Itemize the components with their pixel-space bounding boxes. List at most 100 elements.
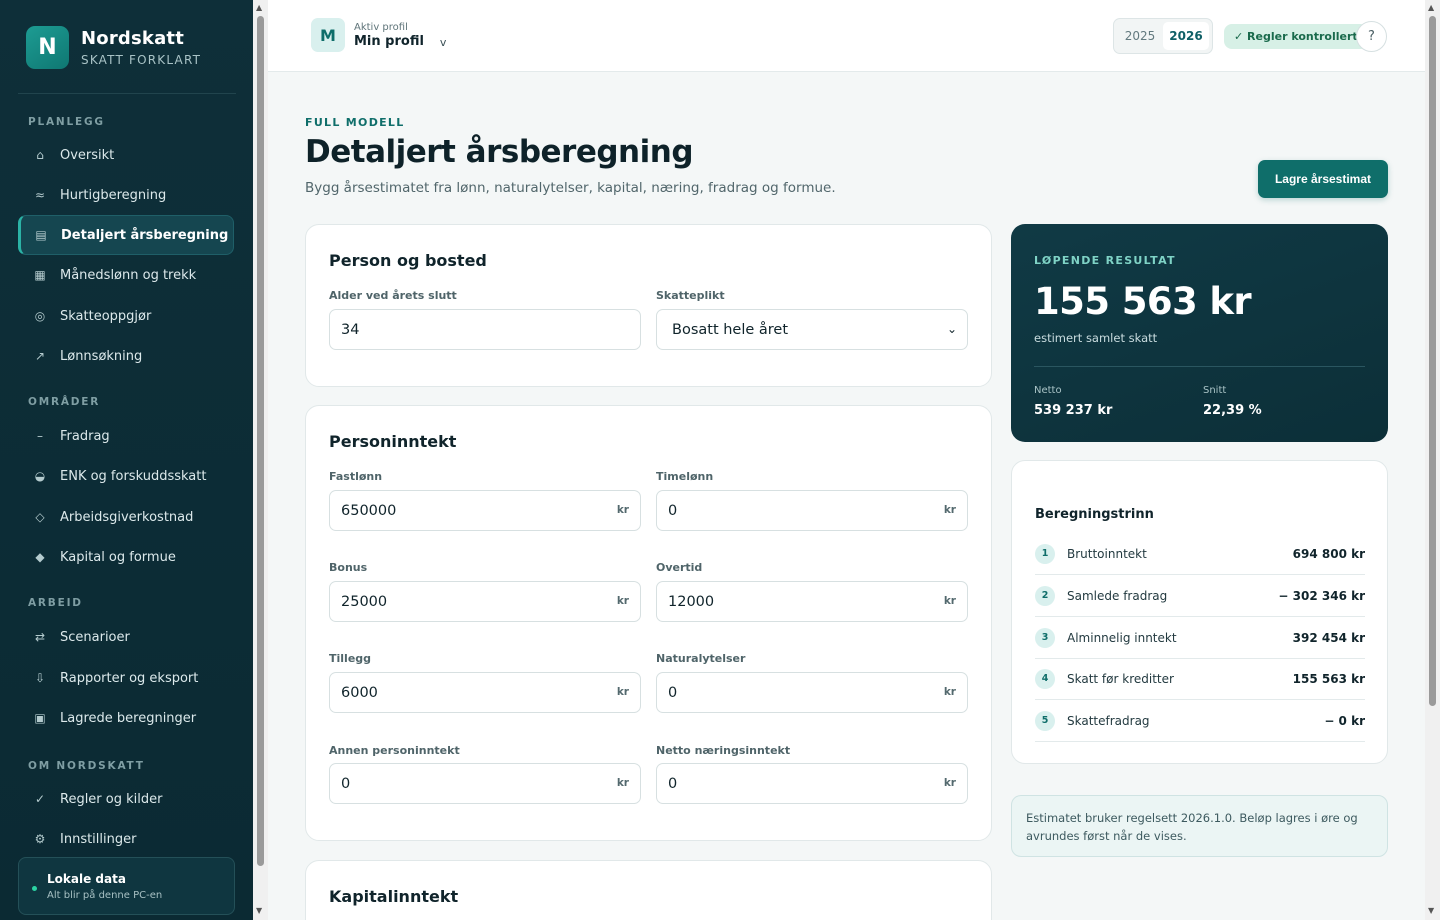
- nav-section-planlegg: PLANLEGG: [28, 116, 105, 128]
- timelonn-input[interactable]: 0 kr: [656, 490, 968, 531]
- page-subtitle: Bygg årsestimatet fra lønn, naturalytels…: [305, 180, 836, 196]
- scroll-up-icon[interactable]: ▲: [1428, 3, 1434, 12]
- netto-naeringsinntekt-label: Netto næringsinntekt: [656, 744, 791, 757]
- sidebar-item-arbeidsgiverkostnad[interactable]: ◇ Arbeidsgiverkostnad: [18, 497, 234, 537]
- scrollbar-thumb[interactable]: [257, 16, 264, 866]
- step-row: 5 Skattefradrag − 0 kr: [1035, 700, 1365, 742]
- bonus-input[interactable]: 25000 kr: [329, 581, 641, 622]
- gear-icon: ⚙: [34, 832, 46, 846]
- divider: [1034, 366, 1365, 367]
- diamond-icon: ◆: [35, 550, 45, 564]
- nav-section-arbeid: ARBEID: [28, 597, 83, 609]
- tillegg-input[interactable]: 6000 kr: [329, 672, 641, 713]
- sidebar-item-lagrede[interactable]: ▣ Lagrede beregninger: [18, 698, 234, 738]
- year-2026-button[interactable]: 2026: [1163, 22, 1209, 50]
- result-total-label: estimert samlet skatt: [1034, 331, 1158, 345]
- local-data-title: Lokale data: [47, 872, 126, 886]
- chevron-down-icon: ⌄: [946, 322, 957, 336]
- minus-icon: –: [37, 429, 43, 443]
- sidebar-item-rapporter[interactable]: ⇩ Rapporter og eksport: [18, 658, 234, 698]
- help-button[interactable]: ?: [1356, 21, 1387, 52]
- steps-title: Beregningstrinn: [1035, 507, 1154, 522]
- naturalytelser-input[interactable]: 0 kr: [656, 672, 968, 713]
- year-toggle: 2025 2026: [1113, 18, 1213, 54]
- avg-label: Snitt: [1203, 385, 1227, 396]
- sidebar-item-innstillinger[interactable]: ⚙ Innstillinger: [18, 819, 234, 859]
- year-2025-button[interactable]: 2025: [1117, 22, 1163, 50]
- liability-label: Skatteplikt: [656, 289, 725, 302]
- brand-tagline: SKATT FORKLART: [81, 53, 202, 67]
- age-input[interactable]: 34: [329, 309, 641, 350]
- fastlonn-input[interactable]: 650000 kr: [329, 490, 641, 531]
- approx-icon: ≈: [34, 188, 46, 202]
- sidebar: N Nordskatt SKATT FORKLART PLANLEGG ⌂ Ove…: [0, 0, 253, 920]
- sidebar-item-lonnsokning[interactable]: ↗ Lønnsøkning: [18, 336, 234, 376]
- result-total-tax: 155 563 kr: [1034, 280, 1252, 323]
- overtid-label: Overtid: [656, 561, 703, 574]
- result-eyebrow: LØPENDE RESULTAT: [1034, 254, 1176, 267]
- annen-personinntekt-label: Annen personinntekt: [329, 744, 460, 757]
- net-label: Netto: [1034, 385, 1062, 396]
- ruleset-note: Estimatet bruker regelsett 2026.1.0. Bel…: [1011, 795, 1388, 857]
- swap-icon: ⇄: [34, 630, 46, 644]
- running-result-card: LØPENDE RESULTAT 155 563 kr estimert sam…: [1011, 224, 1388, 442]
- step-row: 3 Alminnelig inntekt 392 454 kr: [1035, 617, 1365, 659]
- half-circle-icon: ◒: [34, 469, 46, 483]
- sidebar-item-kapital[interactable]: ◆ Kapital og formue: [18, 537, 234, 577]
- step-row: 2 Samlede fradrag − 302 346 kr: [1035, 575, 1365, 617]
- brand-logo: N: [26, 26, 69, 69]
- grid-icon: ▦: [34, 268, 46, 282]
- profile-switcher[interactable]: M Aktiv profil Min profil v: [311, 18, 446, 52]
- save-box-icon: ▣: [34, 711, 46, 725]
- sidebar-item-detaljert-arsberegning[interactable]: ▤ Detaljert årsberegning: [18, 215, 234, 255]
- overtid-input[interactable]: 12000 kr: [656, 581, 968, 622]
- page-scrollbar[interactable]: ▲ ▼: [1425, 0, 1440, 920]
- page-eyebrow: FULL MODELL: [305, 116, 405, 129]
- sidebar-item-enk[interactable]: ◒ ENK og forskuddsskatt: [18, 456, 234, 496]
- sidebar-item-regler[interactable]: ✓ Regler og kilder: [18, 779, 234, 819]
- scroll-down-icon[interactable]: ▼: [256, 906, 262, 915]
- bonus-label: Bonus: [329, 561, 368, 574]
- save-estimate-button[interactable]: Lagre årsestimat: [1258, 160, 1388, 198]
- sidebar-item-oversikt[interactable]: ⌂ Oversikt: [18, 135, 234, 175]
- page-title: Detaljert årsberegning: [305, 134, 694, 170]
- net-value: 539 237 kr: [1034, 403, 1113, 418]
- avatar: M: [311, 18, 345, 52]
- brand-name: Nordskatt: [81, 28, 185, 49]
- annen-personinntekt-input[interactable]: 0 kr: [329, 763, 641, 804]
- naturalytelser-label: Naturalytelser: [656, 652, 746, 665]
- rules-status-badge[interactable]: ✓ Regler kontrollert: [1224, 24, 1368, 49]
- age-label: Alder ved årets slutt: [329, 289, 457, 302]
- liability-select[interactable]: Bosatt hele året ⌄: [656, 309, 968, 350]
- sidebar-item-skatteoppgjor[interactable]: ◎ Skatteoppgjør: [18, 296, 234, 336]
- local-data-card: Lokale data Alt blir på denne PC-en: [18, 857, 235, 915]
- local-data-subtitle: Alt blir på denne PC-en: [47, 890, 163, 901]
- topbar: M Aktiv profil Min profil v 2025 2026 ✓ …: [268, 0, 1425, 72]
- capital-card: Kapitalinntekt: [305, 860, 992, 920]
- nav-section-om-nordskatt: OM NORDSKATT: [28, 760, 145, 772]
- sidebar-item-hurtigberegning[interactable]: ≈ Hurtigberegning: [18, 175, 234, 215]
- sidebar-scrollbar[interactable]: ▲ ▼: [253, 0, 268, 920]
- scrollbar-thumb[interactable]: [1429, 16, 1436, 706]
- scroll-up-icon[interactable]: ▲: [256, 3, 262, 12]
- capital-card-title: Kapitalinntekt: [329, 887, 459, 906]
- netto-naeringsinntekt-input[interactable]: 0 kr: [656, 763, 968, 804]
- step-row: 1 Bruttoinntekt 694 800 kr: [1035, 533, 1365, 575]
- trend-up-icon: ↗: [34, 349, 46, 363]
- nav-section-omrader: OMRÅDER: [28, 396, 101, 408]
- calculation-steps-card: Beregningstrinn 1 Bruttoinntekt 694 800 kr…: [1011, 460, 1388, 764]
- sidebar-item-manedslonn[interactable]: ▦ Månedslønn og trekk: [18, 255, 234, 295]
- target-icon: ◎: [34, 309, 46, 323]
- brand[interactable]: N Nordskatt SKATT FORKLART: [26, 26, 201, 69]
- sidebar-item-scenarioer[interactable]: ⇄ Scenarioer: [18, 617, 234, 657]
- scroll-down-icon[interactable]: ▼: [1428, 906, 1434, 915]
- chevron-down-icon: v: [439, 35, 447, 49]
- diamond-outline-icon: ◇: [35, 510, 45, 524]
- status-dot-icon: [32, 886, 37, 891]
- sidebar-item-fradrag[interactable]: – Fradrag: [18, 416, 234, 456]
- avg-value: 22,39 %: [1203, 403, 1262, 418]
- timelonn-label: Timelønn: [656, 470, 714, 483]
- tillegg-label: Tillegg: [329, 652, 372, 665]
- income-card: Personinntekt Fastlønn 650000 kr Timelønn…: [305, 405, 992, 841]
- divider: [18, 93, 236, 94]
